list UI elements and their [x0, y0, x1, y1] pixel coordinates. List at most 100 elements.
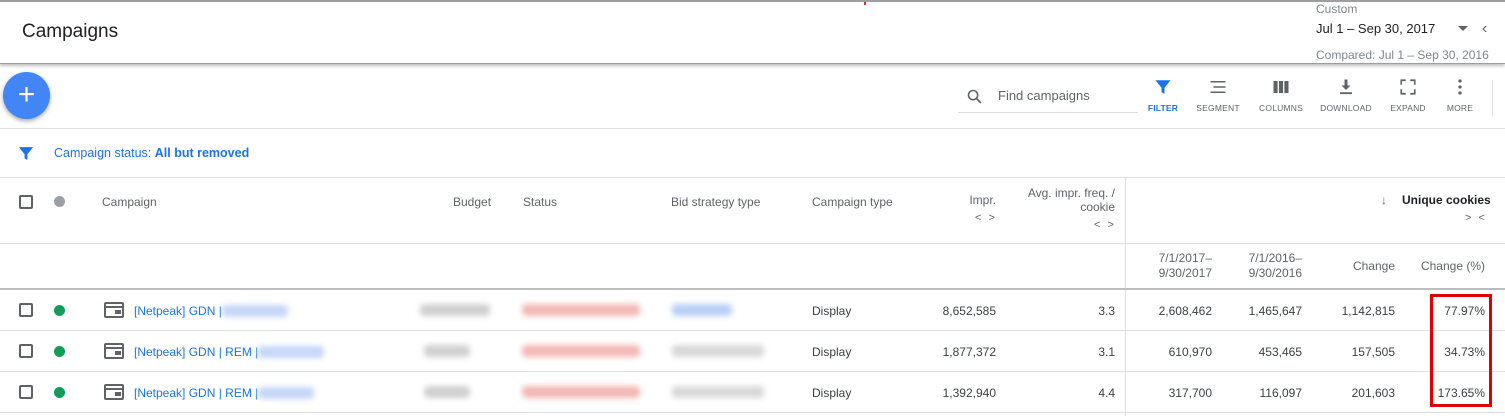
- download-button[interactable]: DOWNLOAD: [1319, 78, 1373, 118]
- columns-icon: [1273, 81, 1289, 93]
- date-preset-label: Custom: [1316, 2, 1358, 16]
- header-budget[interactable]: Budget: [453, 195, 491, 209]
- collapse-column-icon[interactable]: > <: [1465, 212, 1487, 224]
- sort-down-icon[interactable]: ↓: [1381, 193, 1387, 207]
- impr-value: 1,877,372: [942, 345, 996, 359]
- expand-column-icon[interactable]: < >: [975, 212, 997, 224]
- campaign-name-link[interactable]: [Netpeak] GDN | REM |: [134, 386, 258, 400]
- redacted-budget: [424, 345, 470, 357]
- chevron-left-icon[interactable]: ‹: [1482, 20, 1487, 38]
- table-row[interactable]: [Netpeak] GDN | Display 8,652,585 3.3 2,…: [0, 290, 1505, 331]
- header-impr[interactable]: Impr.: [940, 193, 996, 207]
- subheader-2016-line1[interactable]: 7/1/2016–: [1220, 251, 1302, 265]
- redacted-budget: [424, 386, 470, 398]
- display-campaign-icon: [104, 302, 124, 318]
- header-bid-strategy[interactable]: Bid strategy type: [671, 195, 760, 209]
- campaign-name-link[interactable]: [Netpeak] GDN |: [134, 304, 222, 318]
- status-enabled-dot[interactable]: [54, 305, 65, 316]
- subheader-change[interactable]: Change: [1310, 259, 1395, 273]
- row-checkbox[interactable]: [19, 344, 33, 358]
- toolbar-divider: [1492, 80, 1493, 116]
- download-label: DOWNLOAD: [1320, 103, 1372, 113]
- status-enabled-dot[interactable]: [54, 346, 65, 357]
- impr-value: 1,392,940: [942, 386, 996, 400]
- filter-button[interactable]: FILTER: [1136, 78, 1190, 118]
- filter-prefix: Campaign status:: [54, 146, 155, 160]
- redacted-budget: [420, 304, 490, 316]
- redacted-bid-strategy: [672, 345, 764, 357]
- select-all-checkbox[interactable]: [19, 195, 33, 209]
- expand-column-icon[interactable]: < >: [1094, 219, 1116, 231]
- highlight-annotation: [1430, 294, 1492, 407]
- divider: [0, 177, 1505, 178]
- row-checkbox[interactable]: [19, 303, 33, 317]
- subheader-change-pct[interactable]: Change (%): [1400, 259, 1485, 273]
- more-label: MORE: [1446, 103, 1474, 113]
- header-avg-freq-line2[interactable]: cookie: [1005, 200, 1115, 214]
- search-box[interactable]: [958, 82, 1138, 113]
- red-marker: [864, 2, 866, 5]
- columns-label: COLUMNS: [1259, 103, 1303, 113]
- more-vert-icon: [1458, 79, 1462, 95]
- more-button[interactable]: MORE: [1433, 78, 1487, 118]
- filter-icon[interactable]: [17, 145, 35, 162]
- add-campaign-button[interactable]: +: [3, 72, 50, 119]
- cookies-2016: 116,097: [1259, 386, 1303, 400]
- expand-button[interactable]: EXPAND: [1381, 78, 1435, 118]
- row-checkbox[interactable]: [19, 385, 33, 399]
- redacted-text: [222, 305, 288, 317]
- expand-label: EXPAND: [1390, 103, 1426, 113]
- campaign-name-link[interactable]: [Netpeak] GDN | REM |: [134, 345, 258, 359]
- freq-value: 3.1: [1098, 345, 1115, 359]
- campaign-type: Display: [812, 304, 852, 318]
- page-title: Campaigns: [22, 21, 119, 42]
- date-range-value[interactable]: Jul 1 – Sep 30, 2017: [1316, 21, 1435, 36]
- date-range-picker[interactable]: Custom Jul 1 – Sep 30, 2017 ‹ Compared: …: [1316, 2, 1505, 66]
- redacted-status: [522, 304, 640, 316]
- filter-icon: [1155, 80, 1171, 94]
- status-enabled-dot[interactable]: [54, 387, 65, 398]
- redacted-text: [258, 387, 314, 399]
- campaign-type: Display: [812, 386, 852, 400]
- redacted-text: [258, 346, 324, 358]
- subheader-2016-line2[interactable]: 9/30/2016: [1220, 266, 1302, 280]
- segment-button[interactable]: SEGMENT: [1191, 78, 1245, 118]
- top-bar: Campaigns Custom Jul 1 – Sep 30, 2017 ‹ …: [0, 0, 1505, 64]
- header-status[interactable]: Status: [523, 195, 557, 209]
- header-unique-cookies[interactable]: Unique cookies: [1402, 193, 1491, 207]
- status-dot-header[interactable]: [54, 196, 65, 207]
- header-avg-freq-line1[interactable]: Avg. impr. freq. /: [1005, 186, 1115, 200]
- table-row[interactable]: [Netpeak] GDN | REM | Display 1,877,372 …: [0, 331, 1505, 372]
- cookies-2016: 1,465,647: [1248, 304, 1302, 318]
- filter-bar: Campaign status: All but removed: [0, 129, 1505, 177]
- cookies-2017: 610,970: [1168, 345, 1212, 359]
- download-icon: [1340, 79, 1352, 95]
- divider: [0, 243, 1505, 244]
- display-campaign-icon: [104, 343, 124, 359]
- columns-button[interactable]: COLUMNS: [1254, 78, 1308, 118]
- redacted-bid-strategy: [672, 304, 732, 316]
- dropdown-caret-icon[interactable]: [1458, 26, 1468, 31]
- table-row[interactable]: [Netpeak] GDN | REM | Display 1,392,940 …: [0, 372, 1505, 413]
- expand-icon: [1400, 79, 1416, 95]
- filter-chip[interactable]: Campaign status: All but removed: [54, 146, 249, 160]
- header-campaign-type[interactable]: Campaign type: [812, 195, 893, 209]
- search-input[interactable]: [998, 88, 1133, 103]
- filter-label: FILTER: [1147, 103, 1179, 113]
- cookies-change: 1,142,815: [1341, 304, 1395, 318]
- cookies-2017: 317,700: [1168, 386, 1212, 400]
- cookies-2017: 2,608,462: [1158, 304, 1212, 318]
- cookies-change: 201,603: [1351, 386, 1395, 400]
- subheader-2017-line1[interactable]: 7/1/2017–: [1130, 251, 1212, 265]
- header-campaign[interactable]: Campaign: [102, 195, 157, 209]
- subheader-2017-line2[interactable]: 9/30/2017: [1130, 266, 1212, 280]
- freq-value: 3.3: [1098, 304, 1115, 318]
- impr-value: 8,652,585: [942, 304, 996, 318]
- redacted-bid-strategy: [672, 386, 764, 398]
- cookies-change: 157,505: [1351, 345, 1395, 359]
- freq-value: 4.4: [1098, 386, 1115, 400]
- segment-icon: [1210, 81, 1226, 93]
- redacted-status: [522, 386, 640, 398]
- segment-label: SEGMENT: [1196, 103, 1240, 113]
- cookies-2016: 453,465: [1258, 345, 1302, 359]
